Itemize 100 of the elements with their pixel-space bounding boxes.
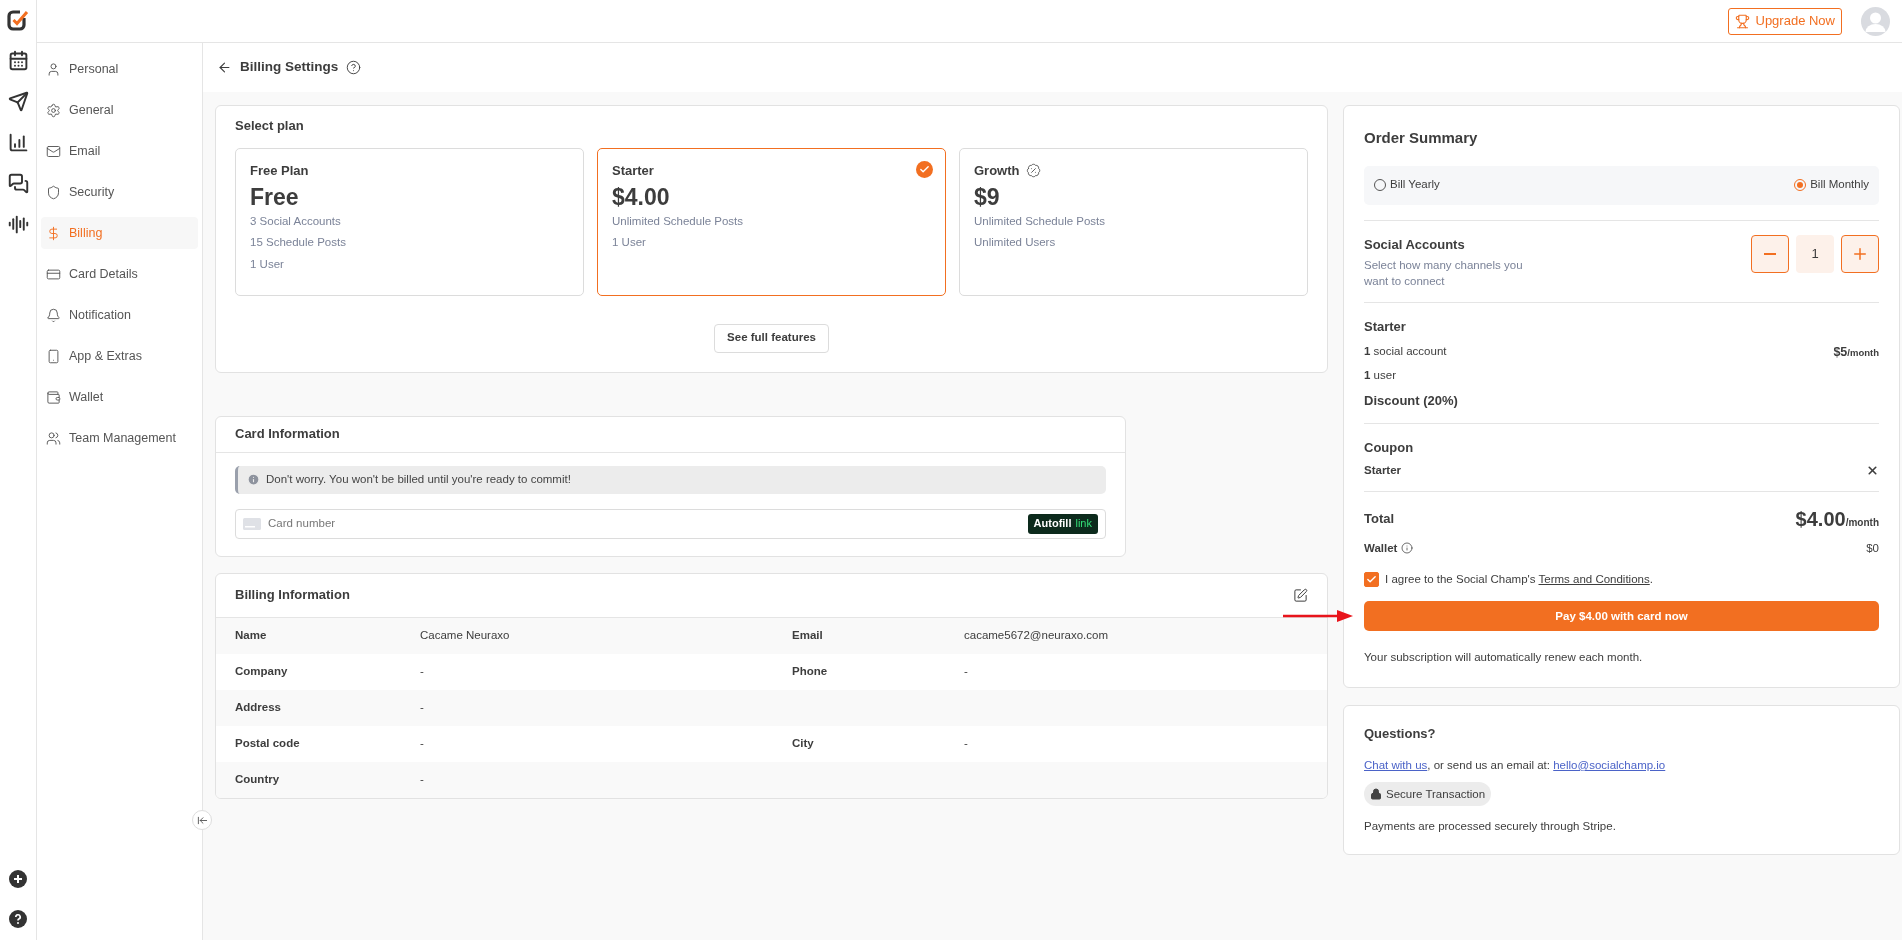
field-label: City <box>792 735 815 751</box>
section-title: Questions? <box>1364 724 1437 743</box>
field-label: Phone <box>792 663 829 679</box>
field-label: Postal code <box>235 735 301 751</box>
calendar-icon[interactable] <box>7 50 29 71</box>
stripe-note: Payments are processed securely through Stripe. <box>1364 819 1617 835</box>
decrement-button[interactable] <box>1751 234 1789 273</box>
field-value: Cacame Neuraxo <box>420 627 511 643</box>
coupon-code: Starter <box>1364 462 1402 478</box>
help-icon[interactable] <box>9 910 27 928</box>
section-title: Order Summary <box>1364 128 1479 148</box>
lock-icon <box>1370 788 1382 801</box>
plan-feature: 3 Social Accounts <box>250 214 342 229</box>
menu-item[interactable]: Email <box>41 135 198 167</box>
field-value: cacame5672@neuraxo.com <box>964 627 1109 643</box>
wallet-icon <box>46 389 61 405</box>
field-label: Name <box>235 627 268 643</box>
menu-item[interactable]: Security <box>41 176 198 208</box>
menu-item[interactable]: Team Management <box>41 422 198 454</box>
field-label: Country <box>235 771 281 787</box>
plan-price: $4.00 <box>612 183 671 211</box>
plan-option[interactable]: Starter $4.00 Unlimited Schedule Posts 1 User <box>597 147 946 296</box>
field-value: - <box>420 663 425 679</box>
remove-icon[interactable] <box>1866 463 1879 477</box>
field-value: - <box>964 735 969 751</box>
field-value: - <box>420 771 425 787</box>
menu-item[interactable]: Personal <box>41 53 198 85</box>
plan-feature: 15 Schedule Posts <box>250 235 347 251</box>
add-icon[interactable] <box>9 870 27 888</box>
info-icon <box>247 473 260 486</box>
users-icon <box>46 430 61 446</box>
autofill-button[interactable]: Autofill link <box>1027 513 1098 534</box>
plan-price: $9 <box>974 183 1001 211</box>
chart-icon[interactable] <box>7 132 29 153</box>
back-icon[interactable] <box>217 60 232 75</box>
plan-price: $5/month <box>1833 343 1879 361</box>
plan-option[interactable]: Free Plan Free 3 Social Accounts 15 Schedule Posts 1 User <box>235 147 584 296</box>
wallet-label: Wallet <box>1364 540 1398 556</box>
plan-feature: Unlimited Schedule Posts <box>612 214 745 229</box>
help-icon[interactable] <box>346 60 362 75</box>
chat-icon[interactable] <box>7 173 29 194</box>
menu-item[interactable]: General <box>41 94 198 126</box>
wallet-amount: $0 <box>1866 540 1879 556</box>
email-link[interactable]: hello@socialchamp.io <box>1553 759 1666 771</box>
menu-item[interactable]: Notification <box>41 299 198 331</box>
gear-icon <box>46 102 61 118</box>
card-number-field[interactable]: Card number Autofill link <box>235 508 1106 539</box>
section-title: Card Information <box>235 425 340 444</box>
credit-card-icon <box>46 266 61 282</box>
section-title: Coupon <box>1364 439 1415 457</box>
plan-feature: 1 User <box>250 256 285 272</box>
plan-name: Growth <box>974 161 1020 180</box>
trophy-icon <box>1734 13 1750 29</box>
plan-name: Starter <box>1364 318 1407 336</box>
plan-feature: 1 User <box>612 235 647 251</box>
audio-wave-icon[interactable] <box>7 214 29 235</box>
pointer-arrow <box>1283 610 1353 622</box>
plan-detail: 1 user <box>1364 368 1396 384</box>
increment-button[interactable] <box>1841 234 1879 273</box>
send-icon[interactable] <box>7 91 29 112</box>
page-title: Billing Settings <box>240 58 339 77</box>
info-icon[interactable] <box>1401 542 1414 555</box>
dollar-icon <box>46 225 61 241</box>
user-icon <box>46 61 61 77</box>
menu-item[interactable]: Wallet <box>41 381 198 413</box>
logo-icon[interactable] <box>6 8 30 32</box>
plan-name: Free Plan <box>250 161 309 180</box>
terms-link[interactable]: Terms and Conditions <box>1538 573 1650 585</box>
agree-checkbox[interactable] <box>1364 572 1379 588</box>
edit-icon[interactable] <box>1293 587 1308 603</box>
mail-icon <box>46 143 61 159</box>
menu-item[interactable]: Card Details <box>41 258 198 290</box>
check-icon <box>916 160 933 178</box>
billing-radio[interactable]: Bill Yearly <box>1374 176 1440 194</box>
plan-option[interactable]: Growth $9 Unlimited Schedule Posts Unlimited Users <box>959 147 1308 296</box>
renew-note: Your subscription will automatically renew each month. <box>1364 650 1644 666</box>
plan-name: Starter <box>612 161 654 180</box>
phone-icon <box>46 348 61 364</box>
description-text: Select how many channels you want to connect <box>1364 258 1524 289</box>
bell-icon <box>46 307 61 323</box>
field-value: - <box>420 735 425 751</box>
shield-icon <box>46 184 61 200</box>
contact-text: Chat with us, or send us an email at: hello@socialchamp.io <box>1364 758 1667 773</box>
secure-badge: Secure Transaction <box>1364 782 1492 807</box>
field-label: Email <box>792 627 824 643</box>
minus-icon <box>1764 252 1776 255</box>
field-value: - <box>964 663 969 679</box>
collapse-button[interactable] <box>192 810 212 830</box>
billing-radio[interactable]: Bill Monthly <box>1794 176 1869 194</box>
total-amount: $4.00/month <box>1795 506 1879 532</box>
section-title: Billing Information <box>235 586 350 605</box>
card-icon <box>243 517 261 530</box>
quantity-field[interactable]: 1 <box>1796 234 1834 273</box>
see-features-button[interactable]: See full features <box>714 323 829 353</box>
plan-detail: 1 social account <box>1364 344 1447 360</box>
menu-item[interactable]: App & Extras <box>41 340 198 372</box>
discount-label: Discount (20%) <box>1364 391 1459 410</box>
total-label: Total <box>1364 510 1395 528</box>
plan-feature: Unlimited Schedule Posts <box>974 214 1107 229</box>
agree-text: I agree to the Social Champ's Terms and Conditions. <box>1385 572 1653 587</box>
